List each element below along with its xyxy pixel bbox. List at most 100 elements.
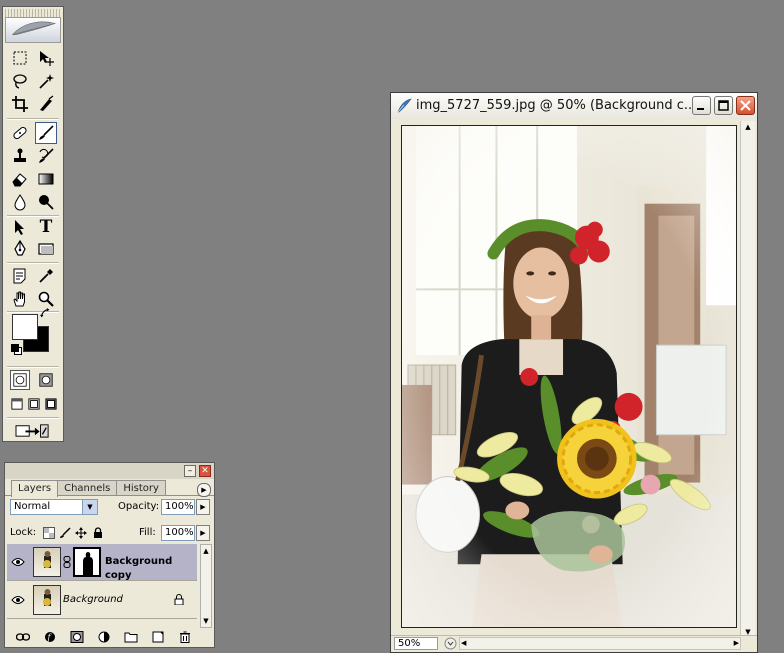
trash-icon[interactable] — [171, 629, 198, 645]
drop-icon[interactable] — [9, 191, 31, 213]
gradient-icon[interactable] — [35, 168, 57, 190]
eraser-icon[interactable] — [9, 168, 31, 190]
layer-thumbnail — [33, 547, 61, 577]
brush-icon[interactable] — [35, 122, 57, 144]
palette-grip[interactable] — [5, 9, 61, 17]
screen-mode-standard-icon[interactable] — [9, 396, 25, 412]
palette-close-button[interactable]: ✕ — [199, 465, 211, 477]
lasso-icon[interactable] — [9, 70, 31, 92]
lock-label: Lock: — [10, 527, 37, 538]
history-brush-icon[interactable] — [35, 145, 57, 167]
eye-icon[interactable] — [11, 557, 25, 567]
notes-icon[interactable] — [9, 265, 31, 287]
layer-row-background[interactable]: Background — [7, 582, 197, 619]
screen-mode-full-menu-icon[interactable] — [26, 396, 42, 412]
tools-separator — [7, 417, 59, 419]
status-menu-icon[interactable] — [444, 637, 457, 650]
scroll-up-icon[interactable]: ▲ — [201, 545, 211, 557]
minimize-button[interactable] — [692, 96, 711, 115]
document-vertical-scrollbar[interactable]: ▲ ▼ — [740, 121, 755, 638]
layers-bottom-bar: f — [9, 629, 210, 645]
photo-image — [402, 126, 736, 627]
tools-separator — [7, 118, 59, 120]
lock-transparent-pixels-icon[interactable] — [43, 527, 55, 539]
bandage-icon[interactable] — [9, 122, 31, 144]
screen-mode-full-icon[interactable] — [43, 396, 59, 412]
fill-slider-button[interactable]: ▶ — [196, 525, 210, 541]
scroll-right-icon[interactable]: ▶ — [734, 638, 739, 649]
document-horizontal-scrollbar[interactable]: ◀ ▶ — [459, 637, 741, 650]
quick-mask-mode-icon[interactable] — [36, 370, 56, 390]
layers-palette-titlebar[interactable]: – ✕ — [5, 463, 214, 479]
maximize-button[interactable] — [714, 96, 733, 115]
lock-icon — [174, 594, 184, 605]
opacity-field[interactable]: 100% — [161, 499, 195, 515]
layer-style-icon[interactable]: f — [36, 629, 63, 645]
swap-colors-icon[interactable] — [39, 307, 53, 321]
lock-image-pixels-icon[interactable] — [59, 527, 71, 539]
tools-separator — [7, 262, 59, 264]
link-layers-icon[interactable] — [9, 629, 36, 645]
blend-mode-value: Normal — [14, 501, 51, 512]
layer-name: Background — [63, 594, 123, 605]
link-icon[interactable] — [63, 556, 71, 568]
arrow-icon[interactable] — [9, 216, 31, 238]
add-mask-icon[interactable] — [63, 629, 90, 645]
layer-thumbnail — [33, 585, 61, 615]
layer-name: Background copy — [105, 556, 173, 581]
tab-layers[interactable]: Layers — [11, 480, 59, 497]
palette-minimize-button[interactable]: – — [184, 465, 196, 477]
slice-icon[interactable] — [35, 93, 57, 115]
rectangle-icon[interactable] — [35, 238, 57, 260]
palette-tabs: Layers Channels History — [11, 480, 166, 497]
scroll-down-icon[interactable]: ▼ — [201, 615, 211, 627]
feather-logo-icon[interactable] — [5, 17, 61, 43]
new-group-icon[interactable] — [117, 629, 144, 645]
dodge-icon[interactable] — [35, 191, 57, 213]
default-colors-icon[interactable] — [11, 344, 22, 355]
lock-all-icon[interactable] — [92, 527, 104, 539]
fill-label: Fill: — [139, 527, 156, 538]
new-layer-icon[interactable] — [144, 629, 171, 645]
eyedropper-icon[interactable] — [35, 265, 57, 287]
layer-row-background-copy[interactable]: Background copy — [7, 544, 197, 581]
adjustment-layer-icon[interactable] — [90, 629, 117, 645]
document-title: img_5727_559.jpg @ 50% (Background c... — [416, 98, 697, 113]
tab-channels[interactable]: Channels — [57, 480, 118, 496]
type-tool-glyph: T — [39, 217, 53, 237]
pen-icon[interactable] — [9, 238, 31, 260]
layer-mask-thumbnail[interactable] — [73, 547, 101, 577]
hand-icon[interactable] — [9, 288, 31, 310]
close-button[interactable] — [736, 96, 755, 115]
document-canvas[interactable] — [401, 125, 737, 628]
lock-position-icon[interactable] — [75, 527, 87, 539]
document-status-bar: 50% ◀ ▶ — [391, 635, 757, 652]
tools-separator — [7, 366, 59, 368]
layers-palette: – ✕ Layers Channels History ▶ Normal ▼ O… — [4, 462, 215, 648]
blend-mode-select[interactable]: Normal ▼ — [10, 499, 98, 515]
document-titlebar[interactable]: img_5727_559.jpg @ 50% (Background c... — [391, 93, 757, 119]
tab-history[interactable]: History — [116, 480, 166, 496]
layers-scrollbar[interactable]: ▲ ▼ — [200, 544, 212, 628]
standard-mode-icon[interactable] — [10, 370, 30, 390]
stamp-icon[interactable] — [9, 145, 31, 167]
opacity-slider-button[interactable]: ▶ — [196, 499, 210, 515]
marquee-icon[interactable] — [9, 47, 31, 69]
opacity-label: Opacity: — [118, 501, 160, 512]
eye-icon[interactable] — [11, 595, 25, 605]
scroll-left-icon[interactable]: ◀ — [461, 638, 466, 649]
jump-to-imageready-icon[interactable] — [11, 420, 55, 440]
document-window: img_5727_559.jpg @ 50% (Background c... — [390, 92, 758, 653]
photoshop-document-icon[interactable] — [396, 98, 412, 114]
scroll-up-icon[interactable]: ▲ — [741, 121, 755, 133]
foreground-color-swatch[interactable] — [12, 314, 38, 340]
move-icon[interactable] — [35, 47, 57, 69]
magic-wand-icon[interactable] — [35, 70, 57, 92]
fill-field[interactable]: 100% — [161, 525, 195, 541]
crop-icon[interactable] — [9, 93, 31, 115]
zoom-level-field[interactable]: 50% — [394, 637, 438, 650]
palette-menu-icon[interactable]: ▶ — [197, 483, 211, 497]
type-icon[interactable]: T — [35, 216, 57, 238]
tools-palette: T — [2, 6, 64, 442]
chevron-down-icon[interactable]: ▼ — [82, 500, 97, 514]
